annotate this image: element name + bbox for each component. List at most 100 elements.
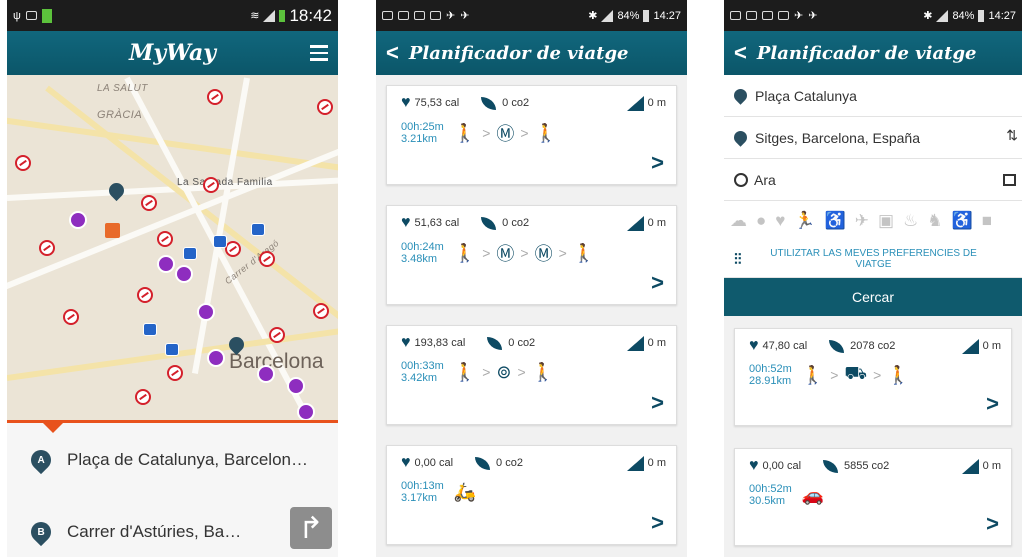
trip-legs: 🚗 (802, 485, 824, 506)
chevron-right-icon[interactable]: > (986, 391, 999, 417)
bicing-station-icon[interactable] (157, 255, 175, 273)
pollution-icon[interactable]: ☁ (730, 211, 747, 231)
no-car-zone-icon[interactable] (313, 303, 329, 319)
leaf-icon (481, 216, 497, 230)
bus-stop-icon[interactable] (183, 247, 197, 260)
bluetooth-icon: ✱ (923, 10, 933, 22)
page-title: Planificador de viatge (408, 42, 629, 64)
chevron-right-icon[interactable]: > (986, 511, 999, 537)
co2-value: 5855 co2 (844, 460, 890, 472)
battery-percent: 84% (617, 9, 640, 22)
bicing-station-icon[interactable] (287, 377, 305, 395)
heart-icon: ♥ (401, 214, 411, 231)
chevron-right-icon[interactable]: > (651, 150, 664, 176)
bus-stop-icon[interactable] (165, 343, 179, 356)
trip-legs: 🚶 > Ⓜ > 🚶 (454, 120, 557, 146)
signal-icon (936, 9, 949, 22)
no-car-zone-icon[interactable] (141, 195, 157, 211)
walk-icon: 🚶 (453, 361, 477, 382)
bus-stop-icon[interactable] (251, 223, 265, 236)
calories-value: 51,63 cal (414, 217, 460, 229)
panel-notch (43, 423, 63, 433)
no-car-zone-icon[interactable] (203, 177, 219, 193)
sliders-icon: ⫶⫶ (734, 250, 742, 268)
bus-stop-icon[interactable] (213, 235, 227, 248)
chevron-right-icon: > (830, 367, 839, 383)
luggage-icon[interactable]: ■ (982, 211, 992, 231)
bird-icon[interactable]: ✈ (855, 211, 869, 231)
preferences-link[interactable]: ⫶⫶ UTILIZTAR LAS MEVES PREFERENCIES DE V… (724, 241, 1022, 278)
distance-value: 28.91km (749, 375, 792, 387)
bicing-station-icon[interactable] (257, 365, 275, 383)
no-car-zone-icon[interactable] (317, 99, 333, 115)
chevron-right-icon: > (873, 367, 882, 383)
departure-time-field[interactable]: Ara (724, 159, 1022, 201)
calendar-icon[interactable] (1003, 173, 1016, 186)
duration-value: 00h:52m (749, 363, 792, 375)
origin-field[interactable]: Plaça Catalunya (724, 75, 1022, 117)
bus-icon[interactable]: ▣ (878, 211, 894, 231)
battery-app-icon (41, 8, 52, 23)
bicing-station-icon[interactable] (207, 349, 225, 367)
dog-icon[interactable]: ♞ (927, 211, 942, 231)
status-bar: ✈ ✈ ✱ 84% 14:27 (376, 0, 687, 31)
battery-percent: 84% (952, 9, 975, 22)
mail-icon (762, 11, 773, 20)
walk-icon: 🚶 (453, 242, 477, 263)
chevron-right-icon[interactable]: > (651, 390, 664, 416)
stroller-icon[interactable]: ♿ (825, 211, 846, 231)
status-bar: ψ ≋ 18:42 (7, 0, 338, 31)
stroller-icon[interactable]: ♨ (903, 211, 918, 231)
bicing-station-icon[interactable] (297, 403, 315, 420)
no-car-zone-icon[interactable] (207, 89, 223, 105)
no-car-zone-icon[interactable] (259, 251, 275, 267)
duration-value: 00h:13m (401, 480, 444, 492)
turn-right-icon[interactable]: ↱ (290, 507, 332, 549)
route-option-card[interactable]: ♥ 0,00 cal 0 co2 0 m 00h:13m 3.17km 🛵 > (386, 445, 677, 545)
route-option-card[interactable]: ♥ 51,63 cal 0 co2 0 m 00h:24m 3.48km 🚶 > Ⓜ > Ⓜ > 🚶 > (386, 205, 677, 305)
no-car-zone-icon[interactable] (63, 309, 79, 325)
route-option-card[interactable]: ♥ 75,53 cal 0 co2 0 m 00h:25m 3.21km 🚶 > Ⓜ > 🚶 > (386, 85, 677, 185)
trip-legs: 🚶 > Ⓜ > Ⓜ > 🚶 (454, 240, 595, 266)
map-view[interactable]: LA SALUT GRÀCIA La Sagrada Familia Carre… (7, 75, 338, 420)
walk-icon: 🚶 (572, 242, 596, 263)
poi-icon[interactable] (105, 223, 120, 238)
no-car-zone-icon[interactable] (157, 231, 173, 247)
chevron-right-icon[interactable]: > (651, 510, 664, 536)
trip-legs: 🚶 > ⊚ > 🚶 (454, 362, 554, 383)
no-car-zone-icon[interactable] (167, 365, 183, 381)
back-icon[interactable]: < (386, 42, 399, 64)
route-option-card[interactable]: ♥ 47,80 cal 2078 co2 0 m 00h:52m 28.91km 🚶 > ⛟ > 🚶… (734, 328, 1012, 426)
chevron-right-icon: > (482, 245, 491, 261)
wheelchair-icon[interactable]: ♿ (952, 211, 973, 231)
swap-icon[interactable]: ⇅ (1006, 127, 1018, 144)
leaf-icon (475, 456, 491, 470)
route-origin-row[interactable]: A Plaça de Catalunya, Barcelon… (7, 435, 338, 485)
notification-icon (778, 11, 789, 20)
no-car-zone-icon[interactable] (269, 327, 285, 343)
route-option-card[interactable]: ♥ 193,83 cal 0 co2 0 m 00h:33m 3.42km 🚶 > ⊚ > 🚶 > (386, 325, 677, 425)
chevron-right-icon: > (520, 125, 529, 141)
bicing-station-icon[interactable] (175, 265, 193, 283)
usb-icon: ψ (13, 9, 21, 22)
chevron-right-icon[interactable]: > (651, 270, 664, 296)
chat-icon[interactable]: ● (756, 211, 766, 231)
back-icon[interactable]: < (734, 42, 747, 64)
destination-field[interactable]: Sitges, Barcelona, España (724, 117, 1022, 159)
health-icon[interactable]: ♥ (775, 211, 785, 231)
no-car-zone-icon[interactable] (225, 241, 241, 257)
no-car-zone-icon[interactable] (39, 240, 55, 256)
destination-pin-icon[interactable] (105, 179, 128, 202)
no-car-zone-icon[interactable] (135, 389, 151, 405)
bicing-station-icon[interactable] (69, 211, 87, 229)
bicing-station-icon[interactable] (197, 303, 215, 321)
bus-stop-icon[interactable] (143, 323, 157, 336)
battery-icon (978, 9, 985, 22)
results-list: ♥ 47,80 cal 2078 co2 0 m 00h:52m 28.91km 🚶 > ⛟ > 🚶… (724, 328, 1022, 557)
no-car-zone-icon[interactable] (137, 287, 153, 303)
search-button[interactable]: Cercar (724, 278, 1022, 316)
route-option-card[interactable]: ♥ 0,00 cal 5855 co2 0 m 00h:52m 30.5km 🚗 > (734, 448, 1012, 546)
no-car-zone-icon[interactable] (15, 155, 31, 171)
route-destination-row[interactable]: B Carrer d'Astúries, Ba… (7, 507, 338, 557)
running-icon[interactable]: 🏃 (794, 211, 815, 231)
